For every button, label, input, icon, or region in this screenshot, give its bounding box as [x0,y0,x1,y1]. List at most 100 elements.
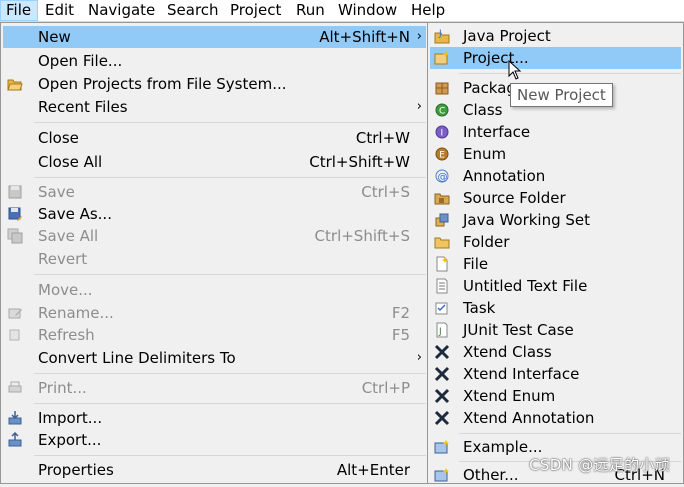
menu-item-open-projects[interactable]: Open Projects from File System... [3,73,426,95]
junit-test-case-icon: J [434,322,450,338]
menu-item-label: Properties [38,461,114,479]
menu-item-label: Convert Line Delimiters To [38,349,236,367]
menu-item-refresh[interactable]: Refresh F5 [3,324,426,346]
svg-text:E: E [439,151,445,161]
open-folder-icon [7,76,23,92]
menu-item-label: Interface [463,123,531,141]
menu-item-label: Xtend Class [463,343,552,361]
submenu-item-java-project[interactable]: J Java Project [430,25,681,47]
menu-bar: File Edit Navigate Search Project Run Wi… [0,0,684,22]
svg-text:J: J [438,29,442,39]
menu-separator [459,73,681,74]
menu-item-shortcut: Ctrl+P [361,379,410,397]
xtend-class-icon [434,344,450,360]
menu-item-save[interactable]: Save Ctrl+S [3,181,426,203]
submenu-item-xtend-interface[interactable]: Xtend Interface [430,363,681,385]
save-icon [7,184,23,200]
submenu-item-task[interactable]: Task [430,297,681,319]
submenu-item-enum[interactable]: E Enum [430,143,681,165]
menubar-edit[interactable]: Edit [40,0,79,21]
submenu-item-untitled-text-file[interactable]: Untitled Text File [430,275,681,297]
rename-icon [7,305,23,321]
menu-item-label: Task [463,299,496,317]
interface-icon: I [434,124,450,140]
menu-item-label: Save [38,183,75,201]
menu-item-export[interactable]: Export... [3,429,426,451]
submenu-item-annotation[interactable]: @ Annotation [430,165,681,187]
submenu-item-folder[interactable]: Folder [430,231,681,253]
tooltip: New Project [510,83,613,107]
menu-item-close[interactable]: Close Ctrl+W [3,127,426,149]
refresh-icon [7,327,23,343]
menu-item-label: Open Projects from File System... [38,75,287,93]
annotation-icon: @ [434,168,450,184]
menubar-search[interactable]: Search [162,0,224,21]
enum-icon: E [434,146,450,162]
menu-item-label: Refresh [38,326,95,344]
menu-separator [34,177,426,178]
menu-item-shortcut: Alt+Enter [336,461,410,479]
xtend-enum-icon [434,388,450,404]
submenu-arrow-icon: › [416,350,422,365]
menubar-navigate[interactable]: Navigate [83,0,160,21]
new-project-icon [434,50,450,66]
java-working-set-icon [434,212,450,228]
menu-item-move[interactable]: Move... [3,279,426,301]
menu-separator [34,274,426,275]
menu-item-recent-files[interactable]: Recent Files › [3,96,426,118]
menu-item-convert-line-delimiters[interactable]: Convert Line Delimiters To › [3,347,426,369]
menu-item-print[interactable]: Print... Ctrl+P [3,377,426,399]
menu-item-save-as[interactable]: Save As... [3,203,426,225]
menu-item-label: Save As... [38,205,112,223]
mouse-cursor-icon [508,59,522,80]
submenu-item-source-folder[interactable]: Source Folder [430,187,681,209]
file-menu: New Alt+Shift+N › Open File... Open Proj… [0,22,429,484]
submenu-item-xtend-class[interactable]: Xtend Class [430,341,681,363]
menu-separator [34,122,426,123]
submenu-arrow-icon: › [416,29,422,44]
menu-item-label: Revert [38,250,88,268]
folder-icon [434,234,450,250]
menu-item-properties[interactable]: Properties Alt+Enter [3,459,426,481]
menu-item-shortcut: F2 [391,304,410,322]
xtend-interface-icon [434,366,450,382]
menubar-run[interactable]: Run [291,0,330,21]
submenu-item-java-working-set[interactable]: Java Working Set [430,209,681,231]
menubar-window[interactable]: Window [333,0,402,21]
menu-item-label: Xtend Enum [463,387,556,405]
svg-text:C: C [439,107,445,117]
menu-separator [34,373,426,374]
text-file-icon [434,278,450,294]
menubar-file[interactable]: File [0,0,38,21]
xtend-annotation-icon [434,410,450,426]
submenu-item-project[interactable]: Project... [430,47,681,69]
menu-item-label: Other... [463,466,519,484]
example-icon [434,439,450,455]
submenu-item-junit-test-case[interactable]: J JUnit Test Case [430,319,681,341]
menu-item-label: Xtend Annotation [463,409,595,427]
menu-item-label: Java Project [463,27,551,45]
menubar-project[interactable]: Project [225,0,286,21]
menu-item-label: Xtend Interface [463,365,580,383]
menu-item-open-file[interactable]: Open File... [3,50,426,72]
menu-item-import[interactable]: Import... [3,407,426,429]
menu-item-revert[interactable]: Revert [3,248,426,270]
menu-item-label: Open File... [38,52,123,70]
menu-item-label: Java Working Set [463,211,591,229]
class-icon: C [434,102,450,118]
submenu-item-interface[interactable]: I Interface [430,121,681,143]
menu-item-rename[interactable]: Rename... F2 [3,302,426,324]
package-icon [434,80,450,96]
java-project-icon: J [434,28,450,44]
menu-separator [34,403,426,404]
submenu-item-xtend-annotation[interactable]: Xtend Annotation [430,407,681,429]
submenu-item-xtend-enum[interactable]: Xtend Enum [430,385,681,407]
menu-item-new[interactable]: New Alt+Shift+N › [3,26,426,48]
svg-text:J: J [438,327,442,337]
menu-item-save-all[interactable]: Save All Ctrl+Shift+S [3,225,426,247]
menu-separator [459,433,681,434]
menu-item-close-all[interactable]: Close All Ctrl+Shift+W [3,151,426,173]
menubar-help[interactable]: Help [406,0,450,21]
submenu-item-file[interactable]: File [430,253,681,275]
watermark: CSDN @远足的小顽 [529,456,670,474]
